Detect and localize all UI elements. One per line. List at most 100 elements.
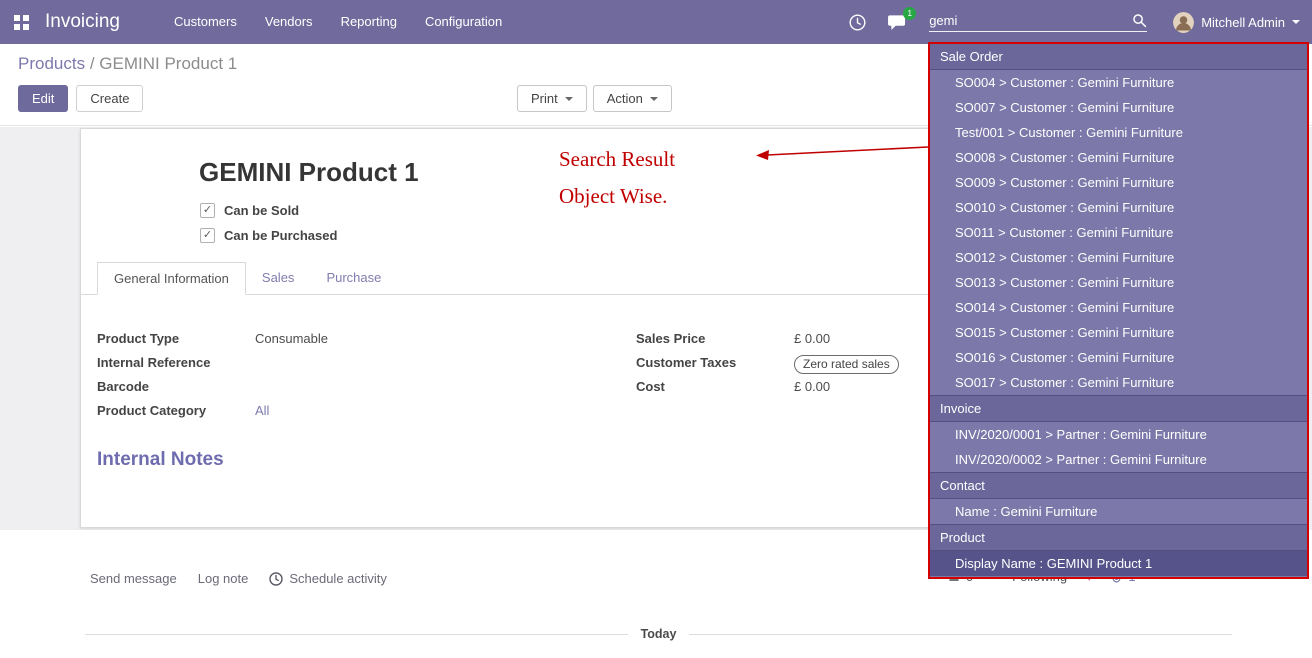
field-label: Customer Taxes — [636, 355, 794, 370]
field-row: Barcode — [97, 379, 577, 403]
breadcrumb-current: GEMINI Product 1 — [99, 54, 237, 73]
app-name[interactable]: Invoicing — [45, 11, 120, 33]
search-result-item[interactable]: Test/001 > Customer : Gemini Furniture — [930, 120, 1307, 145]
internal-notes-title: Internal Notes — [97, 449, 224, 471]
apps-menu-icon — [14, 15, 29, 30]
field-label: Sales Price — [636, 331, 794, 346]
log-note-link[interactable]: Log note — [198, 571, 249, 586]
user-name: Mitchell Admin — [1201, 15, 1285, 30]
field-value[interactable]: All — [255, 403, 269, 418]
field-value: £ 0.00 — [794, 379, 830, 394]
search-result-group-header: Invoice — [930, 395, 1307, 422]
print-button[interactable]: Print — [517, 85, 587, 112]
checkbox-row: ✓ Can be Purchased — [200, 228, 337, 243]
search-result-item[interactable]: INV/2020/0001 > Partner : Gemini Furnitu… — [930, 422, 1307, 447]
search-result-item[interactable]: SO010 > Customer : Gemini Furniture — [930, 195, 1307, 220]
schedule-activity-link[interactable]: Schedule activity — [269, 571, 387, 586]
search-result-item[interactable]: SO011 > Customer : Gemini Furniture — [930, 220, 1307, 245]
breadcrumb: Products / GEMINI Product 1 — [18, 54, 237, 74]
today-divider: Today — [85, 627, 1232, 641]
checkbox[interactable]: ✓ — [200, 228, 215, 243]
search-result-item[interactable]: SO014 > Customer : Gemini Furniture — [930, 295, 1307, 320]
annotation-line2: Object Wise. — [559, 184, 667, 209]
checkbox-row: ✓ Can be Sold — [200, 203, 337, 218]
search-result-item[interactable]: SO017 > Customer : Gemini Furniture — [930, 370, 1307, 395]
field-label: Barcode — [97, 379, 255, 394]
checkbox-label: Can be Purchased — [224, 228, 337, 243]
chatter-links: Send message Log note Schedule activity — [90, 571, 387, 586]
search-result-item[interactable]: Display Name : GEMINI Product 1 — [930, 551, 1307, 576]
activities-button[interactable] — [849, 14, 866, 31]
action-button[interactable]: Action — [593, 85, 672, 112]
search-result-item[interactable]: SO009 > Customer : Gemini Furniture — [930, 170, 1307, 195]
search-results-dropdown: Sale OrderSO004 > Customer : Gemini Furn… — [928, 42, 1309, 579]
field-label: Product Category — [97, 403, 255, 418]
annotation-arrow — [753, 138, 933, 166]
edit-button[interactable]: Edit — [18, 85, 68, 112]
field-value: Consumable — [255, 331, 328, 346]
send-message-link[interactable]: Send message — [90, 571, 177, 586]
user-menu[interactable]: Mitchell Admin — [1173, 12, 1300, 33]
tab-general-information[interactable]: General Information — [97, 262, 246, 295]
field-row: Internal Reference — [97, 355, 577, 379]
search-input[interactable] — [929, 13, 1132, 28]
fields-left: Product TypeConsumableInternal Reference… — [97, 331, 577, 427]
messages-badge: 1 — [903, 7, 916, 20]
create-button[interactable]: Create — [76, 85, 143, 112]
search-result-item[interactable]: SO012 > Customer : Gemini Furniture — [930, 245, 1307, 270]
field-value: £ 0.00 — [794, 331, 830, 346]
avatar — [1173, 12, 1194, 33]
search-result-item[interactable]: SO015 > Customer : Gemini Furniture — [930, 320, 1307, 345]
navbar-menu: CustomersVendorsReportingConfiguration — [160, 0, 516, 44]
action-caret-icon — [650, 97, 658, 101]
checkbox[interactable]: ✓ — [200, 203, 215, 218]
systray: 1 Mitchell Admin — [849, 12, 1300, 33]
breadcrumb-separator: / — [90, 54, 95, 73]
screen: Invoicing CustomersVendorsReportingConfi… — [0, 0, 1312, 658]
print-caret-icon — [565, 97, 573, 101]
activities-clock-icon — [849, 14, 866, 31]
apps-menu-button[interactable] — [14, 15, 29, 30]
navbar-menu-item-configuration[interactable]: Configuration — [411, 0, 516, 44]
field-row: Product TypeConsumable — [97, 331, 577, 355]
search-result-item[interactable]: Name : Gemini Furniture — [930, 499, 1307, 524]
checkbox-group: ✓ Can be Sold ✓ Can be Purchased — [200, 203, 337, 253]
field-label: Internal Reference — [97, 355, 255, 370]
search-result-item[interactable]: SO008 > Customer : Gemini Furniture — [930, 145, 1307, 170]
field-label: Product Type — [97, 331, 255, 346]
search-icon[interactable] — [1132, 13, 1147, 28]
schedule-activity-label: Schedule activity — [289, 571, 387, 586]
checkbox-label: Can be Sold — [224, 203, 299, 218]
form-buttons: Edit Create — [18, 85, 143, 112]
field-label: Cost — [636, 379, 794, 394]
field-value: Zero rated sales — [794, 355, 899, 374]
divider-line-left — [85, 634, 628, 635]
search-result-item[interactable]: INV/2020/0002 > Partner : Gemini Furnitu… — [930, 447, 1307, 472]
divider-line-right — [689, 634, 1232, 635]
navbar-menu-item-vendors[interactable]: Vendors — [251, 0, 327, 44]
search-result-group-header: Contact — [930, 472, 1307, 499]
search-result-item[interactable]: SO007 > Customer : Gemini Furniture — [930, 95, 1307, 120]
action-buttons: Print Action — [517, 85, 672, 112]
search-result-item[interactable]: SO016 > Customer : Gemini Furniture — [930, 345, 1307, 370]
search-result-item[interactable]: SO013 > Customer : Gemini Furniture — [930, 270, 1307, 295]
action-label: Action — [607, 91, 643, 106]
messages-button[interactable]: 1 — [888, 14, 907, 31]
navbar-menu-item-customers[interactable]: Customers — [160, 0, 251, 44]
tab-sales[interactable]: Sales — [246, 262, 311, 295]
field-row: Product CategoryAll — [97, 403, 577, 427]
today-label: Today — [641, 627, 677, 641]
search-result-group-header: Sale Order — [930, 44, 1307, 70]
print-label: Print — [531, 91, 558, 106]
navbar-search-box — [929, 13, 1147, 32]
annotation-line1: Search Result — [559, 147, 675, 172]
search-result-item[interactable]: SO004 > Customer : Gemini Furniture — [930, 70, 1307, 95]
user-caret-icon — [1292, 20, 1300, 24]
product-title: GEMINI Product 1 — [199, 157, 419, 188]
tab-purchase[interactable]: Purchase — [310, 262, 397, 295]
search-result-group-header: Product — [930, 524, 1307, 551]
schedule-activity-icon — [269, 572, 283, 586]
navbar-menu-item-reporting[interactable]: Reporting — [327, 0, 411, 44]
breadcrumb-products-link[interactable]: Products — [18, 54, 85, 73]
navbar: Invoicing CustomersVendorsReportingConfi… — [0, 0, 1312, 44]
